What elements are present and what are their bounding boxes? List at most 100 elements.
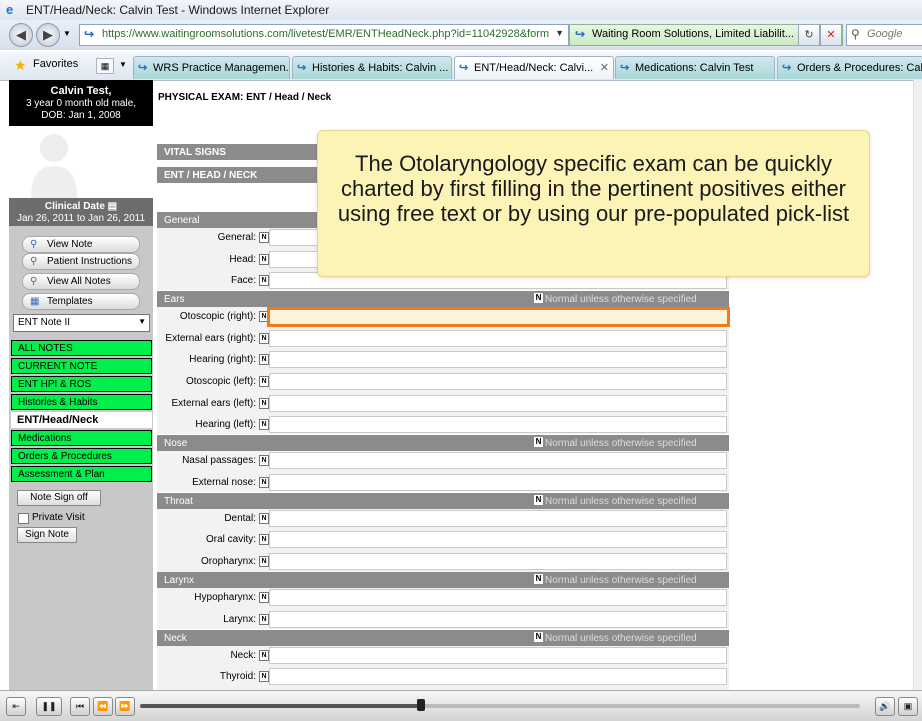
- section-label: VITAL SIGNS: [164, 147, 226, 158]
- normal-toggle[interactable]: N: [259, 275, 269, 286]
- hearing-right-field[interactable]: [269, 351, 727, 368]
- tab-label: Orders & Procedures: Calvi: [797, 62, 922, 74]
- address-dropdown-icon[interactable]: ▼: [555, 28, 564, 38]
- tab-favicon-icon: ↪: [782, 62, 792, 74]
- otoscopic-right-field[interactable]: [267, 307, 730, 327]
- row-label: Thyroid:: [219, 671, 256, 682]
- hypopharynx-field[interactable]: [269, 589, 727, 606]
- normal-toggle[interactable]: N: [259, 556, 269, 567]
- forward-button[interactable]: ▶: [36, 23, 60, 47]
- nav-ent-hpi-ros[interactable]: ENT HPI & ROS: [11, 376, 152, 392]
- normal-toggle[interactable]: N: [259, 671, 269, 682]
- normal-toggle[interactable]: N: [259, 333, 269, 344]
- search-input[interactable]: ⚲ Google: [846, 24, 922, 46]
- history-dropdown-icon[interactable]: ▼: [63, 29, 71, 38]
- nav-ent-head-neck[interactable]: ENT/Head/Neck: [11, 412, 152, 428]
- templates-button[interactable]: ▦ Templates: [22, 293, 140, 310]
- normal-toggle[interactable]: N: [259, 354, 269, 365]
- normal-toggle[interactable]: N: [259, 455, 269, 466]
- tutorial-callout: The Otolaryngology specific exam can be …: [317, 130, 870, 277]
- note-template-select[interactable]: ENT Note II ▼: [13, 314, 150, 332]
- note-template-value: ENT Note II: [18, 317, 71, 328]
- larynx-field[interactable]: [269, 611, 727, 628]
- tab-list-dropdown-icon[interactable]: ▼: [117, 58, 129, 72]
- nav-current-note[interactable]: CURRENT NOTE: [11, 358, 152, 374]
- back-button[interactable]: ◀: [9, 23, 33, 47]
- private-visit-label: Private Visit: [32, 512, 85, 523]
- normal-toggle[interactable]: N: [534, 574, 543, 584]
- oral-cavity-field[interactable]: [269, 531, 727, 548]
- stop-button[interactable]: ✕: [820, 24, 842, 46]
- tab-close-icon[interactable]: ✕: [600, 61, 609, 74]
- section-nose: Nose N Normal unless otherwise specified: [157, 435, 729, 451]
- nav-orders-procedures[interactable]: Orders & Procedures: [11, 448, 152, 464]
- normal-toggle[interactable]: N: [259, 232, 269, 243]
- address-bar[interactable]: ↪ https://www.waitingroomsolutions.com/l…: [79, 24, 569, 46]
- section-label: Throat: [164, 496, 193, 507]
- seek-handle[interactable]: [416, 699, 425, 711]
- quick-tabs-icon[interactable]: ▦: [96, 58, 114, 74]
- vertical-scrollbar[interactable]: [913, 80, 922, 690]
- normal-toggle[interactable]: N: [259, 419, 269, 430]
- nav-all-notes[interactable]: ALL NOTES: [11, 340, 152, 356]
- normal-toggle[interactable]: N: [259, 376, 269, 387]
- tab-orders-procedures[interactable]: ↪ Orders & Procedures: Calvi: [777, 56, 922, 79]
- normal-toggle[interactable]: N: [259, 650, 269, 661]
- tab-label: ENT/Head/Neck: Calvi...: [474, 62, 594, 74]
- nav-medications[interactable]: Medications: [11, 430, 152, 446]
- video-player-bar: ⇤ ❚❚ ⏮ ⏪ ⏩ 🔊 ▣: [0, 690, 922, 721]
- fullscreen-icon[interactable]: ▣: [898, 697, 918, 716]
- normal-toggle[interactable]: N: [534, 632, 543, 642]
- calendar-icon[interactable]: ▤: [108, 201, 117, 212]
- row-label: Hearing (right):: [189, 354, 256, 365]
- external-nose-field[interactable]: [269, 474, 727, 491]
- normal-toggle[interactable]: N: [259, 592, 269, 603]
- external-ears-left-field[interactable]: [269, 395, 727, 412]
- normal-toggle[interactable]: N: [534, 293, 543, 303]
- refresh-button[interactable]: ↻: [798, 24, 820, 46]
- normal-toggle[interactable]: N: [534, 495, 543, 505]
- pause-button[interactable]: ❚❚: [36, 697, 62, 716]
- tab-favicon-icon: ↪: [138, 62, 148, 74]
- normal-toggle[interactable]: N: [259, 254, 269, 265]
- magnifier-icon: ⚲: [30, 239, 38, 250]
- oropharynx-field[interactable]: [269, 553, 727, 570]
- address-url: https://www.waitingroomsolutions.com/liv…: [102, 28, 550, 40]
- tab-histories-habits[interactable]: ↪ Histories & Habits: Calvin ...: [292, 56, 452, 79]
- sign-note-button[interactable]: Sign Note: [17, 527, 77, 543]
- private-visit-checkbox[interactable]: [18, 513, 29, 524]
- normal-toggle[interactable]: N: [259, 477, 269, 488]
- rewind-icon[interactable]: ⏪: [93, 697, 113, 716]
- templates-icon: ▦: [30, 296, 40, 307]
- view-note-button[interactable]: ⚲ View Note: [22, 236, 140, 253]
- normal-toggle[interactable]: N: [259, 534, 269, 545]
- hearing-left-field[interactable]: [269, 416, 727, 433]
- dental-field[interactable]: [269, 510, 727, 527]
- tab-medications[interactable]: ↪ Medications: Calvin Test: [615, 56, 775, 79]
- normal-toggle[interactable]: N: [534, 437, 543, 447]
- exit-icon[interactable]: ⇤: [6, 697, 26, 716]
- external-ears-right-field[interactable]: [269, 330, 727, 347]
- thyroid-field[interactable]: [269, 668, 727, 685]
- normal-toggle[interactable]: N: [259, 614, 269, 625]
- otoscopic-left-field[interactable]: [269, 373, 727, 390]
- nav-histories-habits[interactable]: Histories & Habits: [11, 394, 152, 410]
- skip-back-icon[interactable]: ⏮: [70, 697, 90, 716]
- volume-icon[interactable]: 🔊: [875, 697, 895, 716]
- normal-toggle[interactable]: N: [259, 398, 269, 409]
- chevron-down-icon: ▼: [138, 317, 146, 326]
- section-ears: Ears N Normal unless otherwise specified: [157, 291, 729, 307]
- normal-toggle[interactable]: N: [259, 513, 269, 524]
- nav-assessment-plan[interactable]: Assessment & Plan: [11, 466, 152, 482]
- view-all-notes-button[interactable]: ⚲ View All Notes: [22, 273, 140, 290]
- patient-instructions-button[interactable]: ⚲ Patient Instructions: [22, 253, 140, 270]
- callout-text: The Otolaryngology specific exam can be …: [337, 151, 850, 226]
- tab-practice-management[interactable]: ↪ WRS Practice Managemen...: [133, 56, 290, 79]
- fast-forward-icon[interactable]: ⏩: [115, 697, 135, 716]
- tab-ent-head-neck[interactable]: ↪ ENT/Head/Neck: Calvi... ✕: [454, 56, 614, 79]
- favorites-bar: ★ Favorites ▦ ▼ ↪ WRS Practice Managemen…: [0, 52, 922, 81]
- nasal-passages-field[interactable]: [269, 452, 727, 469]
- neck-field[interactable]: [269, 647, 727, 664]
- note-sign-off-button[interactable]: Note Sign off: [17, 490, 101, 506]
- favorites-button[interactable]: Favorites: [33, 58, 78, 70]
